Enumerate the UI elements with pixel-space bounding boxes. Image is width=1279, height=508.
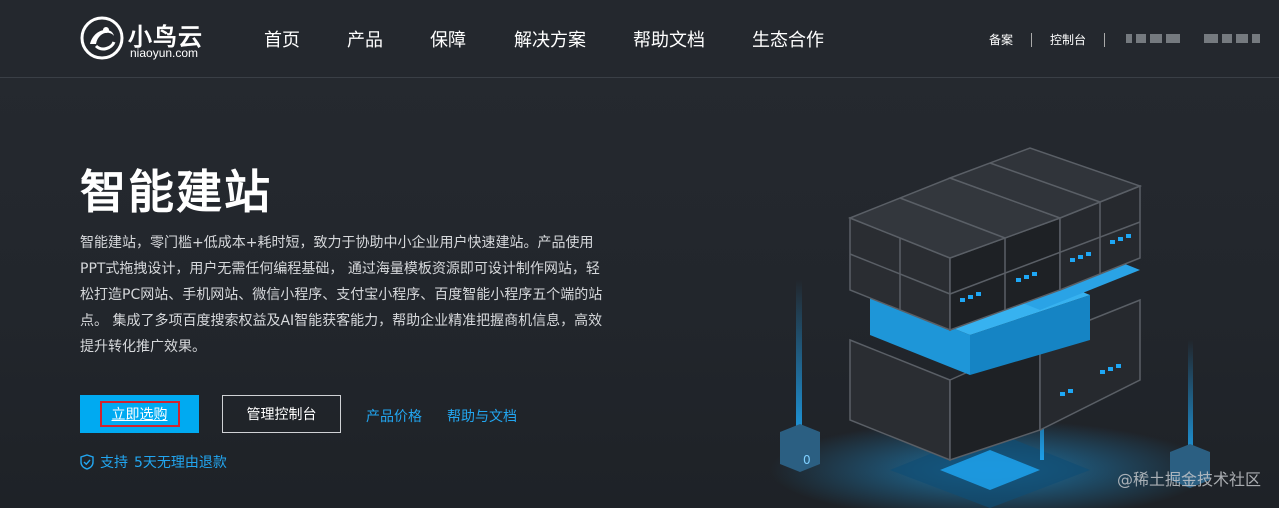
price-link[interactable]: 产品价格 (366, 406, 422, 426)
nav-solutions[interactable]: 解决方案 (514, 26, 586, 52)
page: 小鸟云 niaoyun.com 首页 产品 保障 解决方案 帮助文档 生态合作 … (0, 0, 1279, 508)
support-text: 5天无理由退款 (134, 455, 227, 471)
nav-help-docs[interactable]: 帮助文档 (633, 26, 705, 52)
divider (1031, 32, 1033, 47)
hero-description: 智能建站，零门槛+低成本+耗时短，致力于协助中小企业用户快速建站。产品使用PPT… (80, 235, 603, 355)
page-title: 智能建站 (80, 165, 272, 219)
logo-bird-icon (80, 16, 124, 60)
logo-domain: niaoyun.com (130, 46, 199, 60)
filing-link[interactable]: 备案 (989, 31, 1013, 48)
header-right-links: 备案 控制台 (989, 31, 1123, 48)
svg-text:0: 0 (803, 453, 811, 467)
nav-home[interactable]: 首页 (264, 26, 300, 52)
shield-check-icon (80, 454, 94, 470)
nav-guarantee[interactable]: 保障 (430, 26, 466, 52)
logo[interactable]: 小鸟云 niaoyun.com (80, 14, 220, 62)
cube-illustration: 0 (770, 147, 1210, 508)
blurred-user-info[interactable] (1126, 28, 1184, 48)
manage-console-button[interactable]: 管理控制台 (222, 395, 341, 433)
blurred-user-name[interactable] (1204, 28, 1264, 48)
nav-ecosystem[interactable]: 生态合作 (752, 26, 824, 52)
refund-support: 支持 5天无理由退款 (80, 452, 227, 472)
buy-now-button[interactable]: 立即选购 (80, 395, 199, 433)
buy-now-label: 立即选购 (99, 401, 180, 427)
console-link[interactable]: 控制台 (1050, 31, 1086, 48)
help-docs-link[interactable]: 帮助与文档 (447, 406, 517, 426)
watermark: @稀土掘金技术社区 (1116, 470, 1261, 489)
nav-products[interactable]: 产品 (347, 26, 383, 52)
header: 小鸟云 niaoyun.com 首页 产品 保障 解决方案 帮助文档 生态合作 … (0, 0, 1279, 78)
divider (1104, 32, 1106, 47)
main-nav: 首页 产品 保障 解决方案 帮助文档 生态合作 (264, 26, 871, 52)
support-prefix: 支持 (100, 455, 128, 471)
